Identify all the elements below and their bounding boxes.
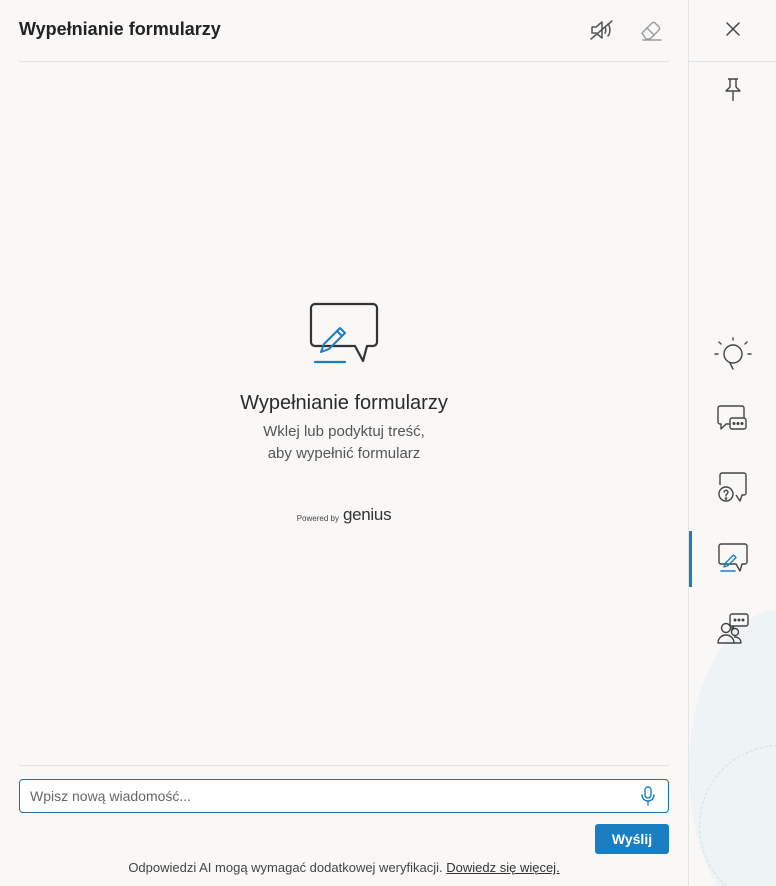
empty-state-description: Wklej lub podyktuj treść, aby wypełnić f… bbox=[0, 421, 688, 465]
description-line-2: aby wypełnić formularz bbox=[267, 445, 421, 462]
speaker-muted-icon bbox=[590, 20, 613, 40]
page-title: Wypełnianie formularzy bbox=[19, 19, 221, 39]
active-indicator bbox=[689, 531, 692, 587]
message-input[interactable] bbox=[30, 780, 620, 812]
chat-icon bbox=[717, 405, 747, 430]
disclaimer-text: Odpowiedzi AI mogą wymagać dodatkowej we… bbox=[128, 860, 443, 875]
close-icon bbox=[726, 22, 740, 36]
eraser-icon bbox=[641, 21, 662, 41]
description-line-1: Wklej lub podyktuj treść, bbox=[263, 423, 425, 440]
powered-by-logo: Powered by genius bbox=[297, 505, 392, 525]
message-composer bbox=[19, 779, 669, 813]
ai-disclaimer: Odpowiedzi AI mogą wymagać dodatkowej we… bbox=[0, 860, 688, 875]
sidebar-item-ideas[interactable] bbox=[689, 326, 776, 382]
question-chat-icon bbox=[718, 472, 747, 502]
main-panel: Wypełnianie formularzy Wypełnianie formu bbox=[0, 0, 688, 886]
pin-button[interactable] bbox=[689, 62, 776, 118]
empty-state: Wypełnianie formularzy Wklej lub podyktu… bbox=[0, 300, 688, 526]
right-sidebar bbox=[688, 0, 776, 886]
chat-pencil-icon bbox=[309, 302, 379, 364]
sidebar-item-chat[interactable] bbox=[689, 393, 776, 449]
people-chat-icon bbox=[717, 613, 749, 644]
close-button[interactable] bbox=[689, 1, 776, 57]
empty-state-title: Wypełnianie formularzy bbox=[240, 392, 448, 414]
form-fill-chat-icon bbox=[718, 543, 748, 572]
sidebar-item-form-fill[interactable] bbox=[689, 531, 776, 587]
send-button[interactable]: Wyślij bbox=[595, 824, 669, 854]
clear-button[interactable] bbox=[636, 15, 666, 45]
sidebar-item-people[interactable] bbox=[689, 601, 776, 657]
pin-icon bbox=[725, 78, 741, 101]
powered-by-text: Powered by bbox=[296, 514, 339, 523]
sidebar-item-questions[interactable] bbox=[689, 460, 776, 516]
header: Wypełnianie formularzy bbox=[19, 0, 669, 62]
learn-more-link[interactable]: Dowiedz się więcej. bbox=[446, 860, 559, 875]
composer-divider bbox=[19, 765, 669, 766]
mute-button[interactable] bbox=[587, 15, 617, 45]
microphone-icon[interactable] bbox=[640, 786, 656, 806]
lightbulb-icon bbox=[714, 337, 752, 370]
genius-brand: genius bbox=[342, 505, 392, 524]
